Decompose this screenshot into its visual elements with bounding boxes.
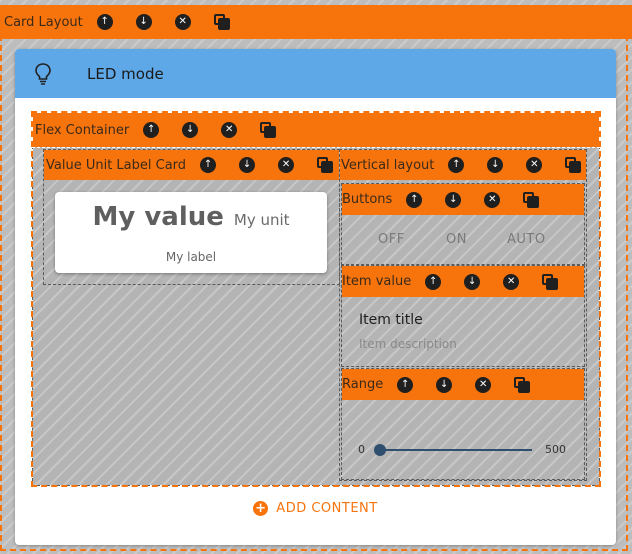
card-header: LED mode: [15, 49, 616, 98]
unit-text: My unit: [233, 211, 290, 229]
buttons-row: OFF ON AUTO: [342, 228, 584, 252]
move-down-icon[interactable]: ↓: [464, 273, 481, 290]
move-down-icon[interactable]: ↓: [182, 122, 199, 138]
range-bar-label: Range: [342, 377, 384, 392]
add-content-button[interactable]: + ADD CONTENT: [15, 501, 616, 516]
range-slider-track[interactable]: [380, 449, 532, 451]
card-title: LED mode: [87, 64, 164, 83]
move-down-icon[interactable]: ↓: [487, 157, 504, 173]
item-value-bar: Item value ↑ ↓ ✕: [342, 266, 584, 297]
move-up-icon[interactable]: ↑: [143, 122, 160, 138]
move-up-icon[interactable]: ↑: [406, 191, 423, 208]
value-text: My value: [92, 202, 224, 232]
button-auto[interactable]: AUTO: [507, 232, 546, 247]
duplicate-icon[interactable]: [317, 157, 334, 173]
card-layout-bar: Card Layout ↑ ↓ ✕: [0, 5, 632, 39]
duplicate-icon[interactable]: [514, 376, 531, 393]
flex-container-bar: Flex Container ↑ ↓ ✕: [32, 112, 600, 148]
value-row: My value My unit: [55, 202, 327, 236]
range-bar: Range ↑ ↓ ✕: [342, 369, 584, 400]
item-title: Item title: [359, 312, 423, 328]
move-down-icon[interactable]: ↓: [239, 157, 256, 173]
remove-icon[interactable]: ✕: [174, 14, 191, 30]
move-up-icon[interactable]: ↑: [200, 157, 217, 173]
value-unit-label-card-label: Value Unit Label Card: [46, 157, 187, 173]
duplicate-icon[interactable]: [260, 122, 277, 138]
remove-icon[interactable]: ✕: [475, 376, 492, 393]
lightbulb-svg: [35, 62, 51, 85]
buttons-bar: Buttons ↑ ↓ ✕: [342, 184, 584, 215]
move-down-icon[interactable]: ↓: [445, 191, 462, 208]
buttons-bar-label: Buttons: [342, 192, 393, 207]
value-label: My label: [165, 250, 217, 264]
duplicate-icon[interactable]: [565, 157, 582, 173]
item-value-bar-label: Item value: [342, 274, 412, 289]
add-content-label: ADD CONTENT: [276, 501, 378, 516]
lightbulb-icon: [33, 62, 53, 86]
move-down-icon[interactable]: ↓: [436, 376, 453, 393]
duplicate-icon[interactable]: [213, 14, 230, 30]
move-up-icon[interactable]: ↑: [425, 273, 442, 290]
remove-icon[interactable]: ✕: [221, 122, 238, 138]
move-up-icon[interactable]: ↑: [96, 14, 113, 30]
value-unit-label-card: My value My unit My label: [55, 192, 327, 273]
move-up-icon[interactable]: ↑: [448, 157, 465, 173]
button-off[interactable]: OFF: [378, 232, 405, 247]
flex-container-label: Flex Container: [35, 122, 130, 138]
range-min-label: 0: [358, 443, 365, 456]
move-up-icon[interactable]: ↑: [397, 376, 414, 393]
vertical-layout-bar: Vertical layout ↑ ↓ ✕: [340, 150, 586, 180]
remove-icon[interactable]: ✕: [278, 157, 295, 173]
button-on[interactable]: ON: [446, 232, 467, 247]
card-layout-label: Card Layout: [4, 14, 83, 30]
vertical-layout-label: Vertical layout: [341, 157, 435, 173]
move-down-icon[interactable]: ↓: [135, 14, 152, 30]
duplicate-icon[interactable]: [542, 273, 559, 290]
value-unit-label-card-bar: Value Unit Label Card ↑ ↓ ✕: [44, 150, 339, 180]
add-circle-icon: +: [253, 501, 269, 516]
range-max-label: 500: [545, 443, 566, 456]
duplicate-icon[interactable]: [523, 191, 540, 208]
remove-icon[interactable]: ✕: [484, 191, 501, 208]
remove-icon[interactable]: ✕: [526, 157, 543, 173]
remove-icon[interactable]: ✕: [503, 273, 520, 290]
range-slider-thumb[interactable]: [374, 444, 386, 456]
item-description: Item description: [359, 337, 457, 351]
